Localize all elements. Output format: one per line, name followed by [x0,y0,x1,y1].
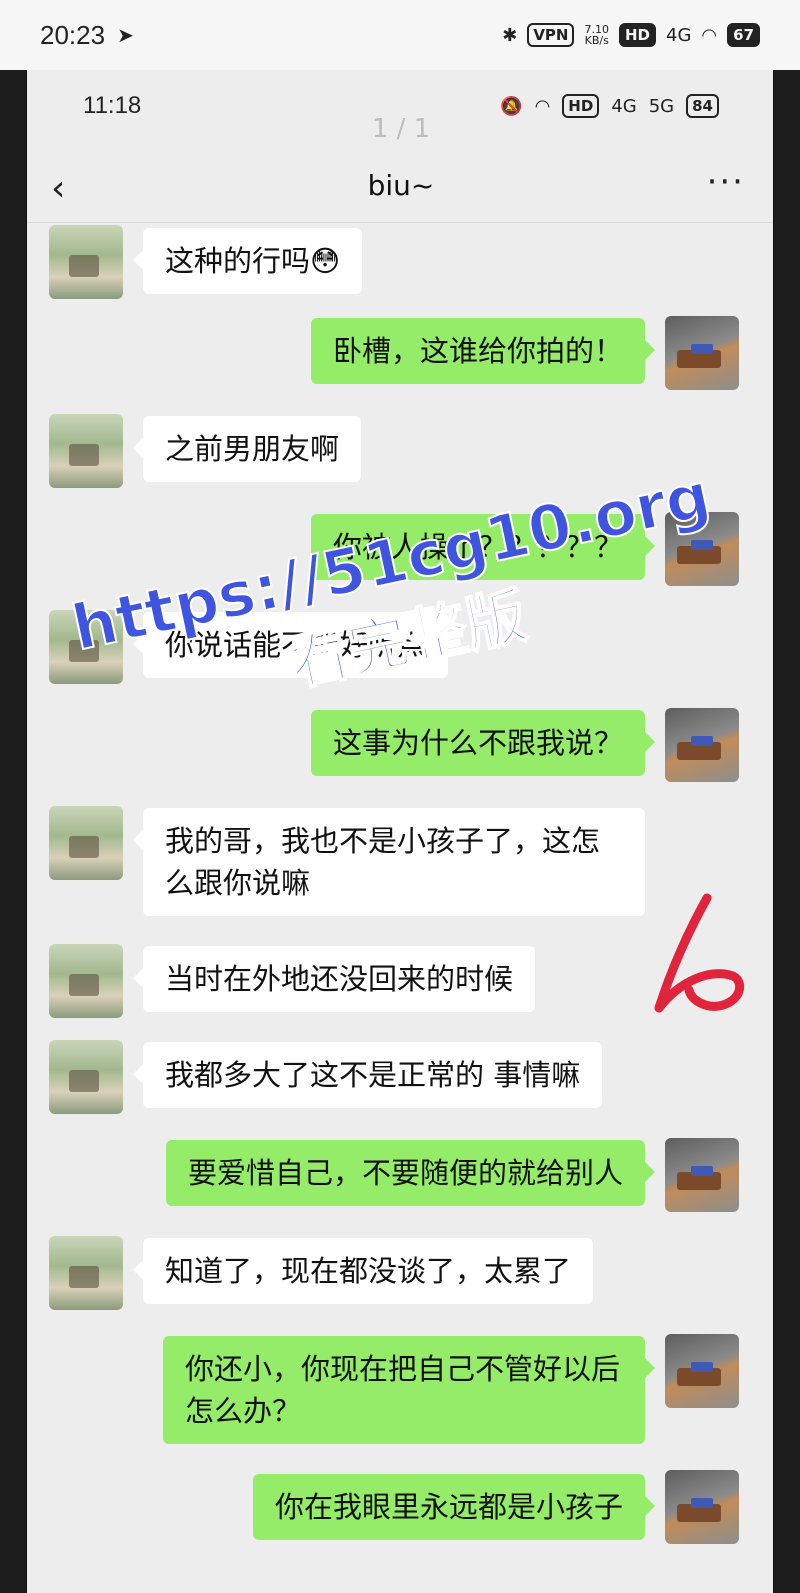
message-bubble-received[interactable]: 我的哥，我也不是小孩子了，这怎么跟你说嘛 [133,808,645,916]
battery-badge: 67 [727,23,760,47]
chat-header: ‹ biu~ ··· [27,150,773,220]
self-avatar[interactable] [665,316,739,390]
contact-avatar[interactable] [49,944,123,1018]
message-bubble-sent[interactable]: 要爱惜自己，不要随便的就给别人 [165,1140,656,1206]
more-dots-icon[interactable]: ··· [707,162,745,202]
outer-clock: 20:23 [40,19,106,50]
cell-signal-label: 4G [666,24,692,46]
photo-frame-right [774,70,800,1593]
message-bubble-received[interactable]: 你说话能不能好听点 [132,612,449,678]
outer-status-bar: 20:23 ➤ ✱ VPN 7.10 KB/s HD 4G ◠ 67 [0,0,800,70]
contact-avatar[interactable] [49,1236,123,1310]
wifi-icon: ◠ [701,24,718,46]
message-bubble-received[interactable]: 知道了，现在都没谈了，太累了 [132,1238,594,1304]
message-bubble-received[interactable]: 当时在外地还没回来的时候 [132,946,536,1012]
chat-photo: 11:18 🔕 ◠ HD 4G 5G 84 1 / 1 ‹ biu~ ··· 这… [26,70,774,1593]
telegram-send-icon: ➤ [117,23,134,47]
message-bubble-sent[interactable]: 你被人操了？？？？？ [310,514,656,580]
contact-avatar[interactable] [49,610,123,684]
photo-frame-left [0,70,26,1593]
outer-status-icons: ✱ VPN 7.10 KB/s HD 4G ◠ 67 [502,23,760,47]
contact-avatar[interactable] [49,414,123,488]
contact-avatar[interactable] [49,225,123,299]
hd-badge: HD [618,23,656,47]
header-divider [27,222,773,223]
contact-avatar[interactable] [49,806,123,880]
self-avatar[interactable] [665,708,739,782]
contact-avatar[interactable] [49,1040,123,1114]
vpn-badge: VPN [527,23,575,47]
page-indicator: 1 / 1 [371,114,431,144]
message-bubble-received[interactable]: 这种的行吗😳 [132,228,363,294]
back-chevron-icon[interactable]: ‹ [51,168,65,209]
bluetooth-icon: ✱ [502,24,518,46]
self-avatar[interactable] [665,1334,739,1408]
chat-title: biu~ [367,168,435,202]
self-avatar[interactable] [665,1138,739,1212]
self-avatar[interactable] [665,1470,739,1544]
message-bubble-sent[interactable]: 你在我眼里永远都是小孩子 [252,1474,656,1540]
message-bubble-sent[interactable]: 这事为什么不跟我说？ [310,710,656,776]
self-avatar[interactable] [665,512,739,586]
speed-unit: KB/s [584,34,609,47]
network-speed: 7.10 KB/s [584,24,609,46]
message-bubble-received[interactable]: 之前男朋友啊 [132,416,362,482]
message-bubble-sent[interactable]: 卧槽，这谁给你拍的！ [310,318,656,384]
message-bubble-sent[interactable]: 你还小，你现在把自己不管好以后怎么办？ [163,1336,655,1444]
message-bubble-received[interactable]: 我都多大了这不是正常的 事情嘛 [132,1042,603,1108]
red-scribble-mark [654,893,745,1013]
